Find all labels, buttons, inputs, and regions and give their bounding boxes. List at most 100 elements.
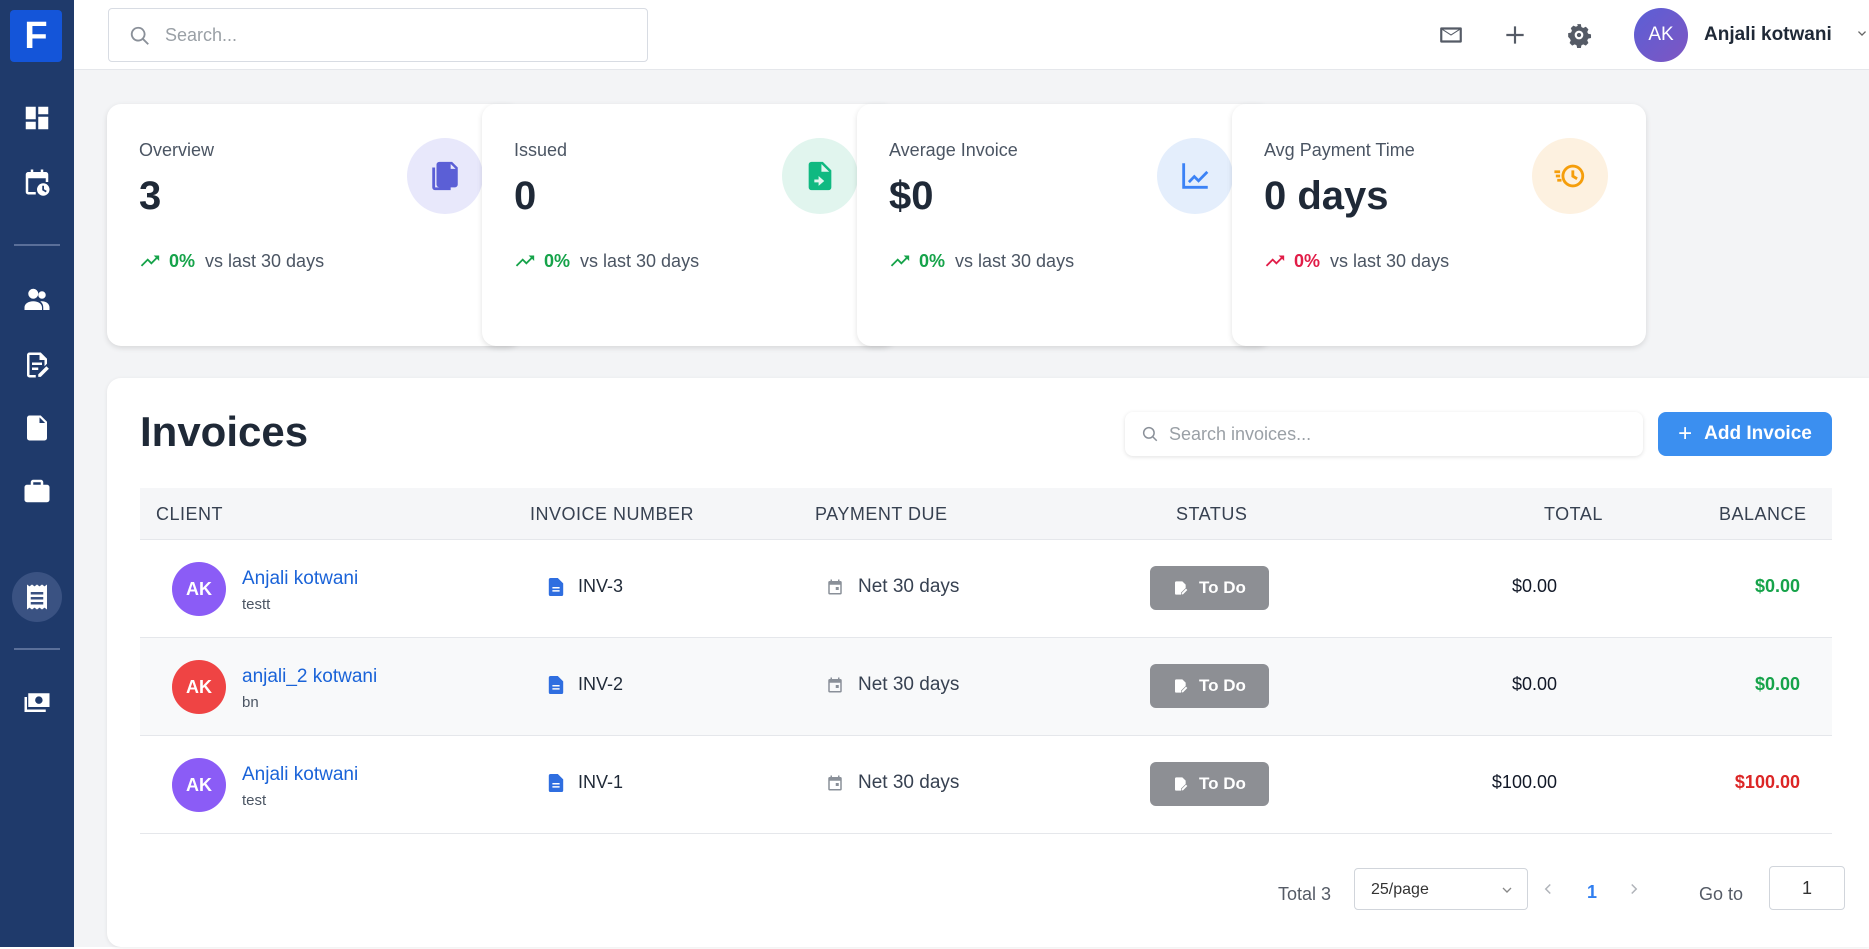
line-chart-icon xyxy=(1182,163,1209,189)
client-name-link[interactable]: anjali_2 kotwani xyxy=(242,666,377,688)
stat-trend-percent: 0% xyxy=(544,250,571,271)
stat-card-avg-payment-time: Avg Payment Time 0 days 0% vs last 30 da… xyxy=(1232,104,1646,346)
next-page-button[interactable] xyxy=(1625,880,1643,898)
stat-icon-badge xyxy=(407,138,483,214)
file-export-icon xyxy=(808,161,832,191)
sidebar-divider xyxy=(14,244,60,246)
edit-file-icon xyxy=(1175,581,1188,595)
settings-button[interactable] xyxy=(1562,18,1596,52)
status-badge[interactable]: To Do xyxy=(1150,664,1269,708)
client-name-link[interactable]: Anjali kotwani xyxy=(242,568,358,590)
mail-button[interactable] xyxy=(1434,18,1468,52)
client-subtitle: testt xyxy=(242,596,271,613)
status-badge[interactable]: To Do xyxy=(1150,566,1269,610)
trend-up-icon xyxy=(515,255,535,267)
goto-page-input[interactable] xyxy=(1769,866,1845,910)
add-invoice-label: Add Invoice xyxy=(1704,423,1812,444)
pagination-total: Total 3 xyxy=(1278,884,1332,904)
prev-page-button[interactable] xyxy=(1539,880,1557,898)
page-title: Invoices xyxy=(140,408,309,455)
invoice-search[interactable] xyxy=(1125,412,1643,456)
stat-value: $0 xyxy=(889,174,934,218)
table-row[interactable]: AK anjali_2 kotwani bn INV-2 Net 30 days… xyxy=(140,638,1832,736)
status-badge[interactable]: To Do xyxy=(1150,762,1269,806)
client-avatar: AK xyxy=(172,758,226,812)
user-menu-toggle[interactable] xyxy=(1854,26,1869,42)
goto-label: Go to xyxy=(1699,884,1744,904)
briefcase-icon xyxy=(24,479,50,503)
column-header-status[interactable]: STATUS xyxy=(1176,504,1247,525)
stat-label: Issued xyxy=(514,140,568,160)
file-icon xyxy=(548,675,564,694)
page-number-current[interactable]: 1 xyxy=(1587,882,1597,903)
calendar-icon xyxy=(828,775,842,791)
invoice-number[interactable]: INV-2 xyxy=(548,674,623,695)
documents-icon xyxy=(432,161,458,191)
sidebar-item-projects[interactable] xyxy=(12,466,62,516)
chevron-down-icon xyxy=(1858,31,1866,36)
user-name[interactable]: Anjali kotwani xyxy=(1704,24,1832,46)
stat-card-average-invoice: Average Invoice $0 0% vs last 30 days xyxy=(857,104,1271,346)
invoice-balance: $0.00 xyxy=(1754,674,1800,694)
sidebar-item-invoices[interactable] xyxy=(12,572,62,622)
page-size-select[interactable]: 25/page xyxy=(1354,868,1528,910)
chevron-right-icon xyxy=(1631,883,1638,895)
sidebar-item-estimates[interactable] xyxy=(12,340,62,390)
table-row[interactable]: AK Anjali kotwani testt INV-3 Net 30 day… xyxy=(140,540,1832,638)
column-header-total[interactable]: TOTAL xyxy=(1544,504,1603,525)
document-icon xyxy=(27,415,47,441)
sidebar-item-clients[interactable] xyxy=(12,275,62,325)
column-header-client[interactable]: CLIENT xyxy=(156,504,223,525)
payment-due: Net 30 days xyxy=(826,576,959,598)
sidebar-item-dashboard[interactable] xyxy=(12,93,62,143)
file-icon xyxy=(548,773,564,792)
add-invoice-button[interactable]: + Add Invoice xyxy=(1658,412,1832,456)
column-header-payment-due[interactable]: PAYMENT DUE xyxy=(815,504,948,525)
user-avatar[interactable]: AK xyxy=(1634,8,1688,62)
plus-icon xyxy=(1506,26,1524,44)
table-header: CLIENT INVOICE NUMBER PAYMENT DUE STATUS… xyxy=(140,488,1832,540)
search-icon xyxy=(130,26,149,45)
payment-due-text: Net 30 days xyxy=(858,576,960,597)
client-subtitle: bn xyxy=(242,694,259,711)
app-logo[interactable]: F xyxy=(10,10,62,62)
payment-due: Net 30 days xyxy=(826,772,959,794)
stat-trend-percent: 0% xyxy=(169,250,196,271)
invoices-panel: Invoices + Add Invoice CLIENT INVOICE NU… xyxy=(107,378,1869,947)
plus-icon: + xyxy=(1678,420,1693,447)
dashboard-icon xyxy=(25,106,49,130)
sidebar-item-documents[interactable] xyxy=(12,403,62,453)
invoice-number[interactable]: INV-1 xyxy=(548,772,623,793)
payment-due-text: Net 30 days xyxy=(858,772,960,793)
column-header-invoice-number[interactable]: INVOICE NUMBER xyxy=(530,504,694,525)
sidebar-item-payments[interactable] xyxy=(12,677,62,727)
invoice-number-text: INV-2 xyxy=(578,674,624,694)
invoice-number[interactable]: INV-3 xyxy=(548,576,623,597)
calendar-icon xyxy=(828,677,842,693)
stat-trend: 0% vs last 30 days xyxy=(514,250,699,272)
client-name-link[interactable]: Anjali kotwani xyxy=(242,764,358,786)
users-icon xyxy=(24,288,50,310)
global-search[interactable] xyxy=(108,8,648,62)
global-search-input[interactable] xyxy=(165,19,625,51)
invoice-search-input[interactable] xyxy=(1169,420,1619,448)
search-icon xyxy=(1142,426,1158,442)
chevron-down-icon xyxy=(1502,887,1512,893)
table-row[interactable]: AK Anjali kotwani test INV-1 Net 30 days… xyxy=(140,736,1832,834)
stat-icon-badge xyxy=(1157,138,1233,214)
stat-card-issued: Issued 0 0% vs last 30 days xyxy=(482,104,896,346)
page-size-value: 25/page xyxy=(1371,881,1429,898)
sidebar-item-schedule[interactable] xyxy=(12,157,62,207)
create-button[interactable] xyxy=(1498,18,1532,52)
stat-trend-percent: 0% xyxy=(919,250,946,271)
stat-label: Average Invoice xyxy=(889,140,1018,160)
status-text: To Do xyxy=(1199,774,1246,793)
invoice-total: $100.00 xyxy=(1491,772,1557,792)
money-icon xyxy=(24,693,50,712)
stat-trend-caption: vs last 30 days xyxy=(205,250,325,271)
column-header-balance[interactable]: BALANCE xyxy=(1719,504,1807,525)
stat-icon-badge xyxy=(1532,138,1608,214)
edit-document-icon xyxy=(27,352,49,378)
chevron-left-icon xyxy=(1544,883,1551,895)
stat-trend-caption: vs last 30 days xyxy=(1330,250,1450,271)
